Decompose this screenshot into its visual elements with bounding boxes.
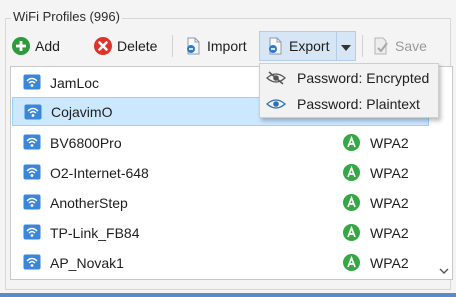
toolbar: Add Delete Import Export Save bbox=[12, 31, 444, 61]
list-item[interactable]: O2-Internet-648 WPA2 bbox=[12, 158, 429, 187]
chevron-down-icon bbox=[341, 38, 351, 54]
menu-item-label: Password: Encrypted bbox=[297, 70, 430, 86]
wifi-icon bbox=[23, 254, 41, 270]
auth-a-icon bbox=[343, 224, 360, 241]
scroll-down-arrow-icon[interactable] bbox=[439, 267, 449, 275]
list-item[interactable]: AnotherStep WPA2 bbox=[12, 188, 429, 217]
import-label: Import bbox=[207, 38, 247, 54]
menu-item-password-plaintext[interactable]: Password: Plaintext bbox=[260, 91, 438, 117]
security-type: WPA2 bbox=[370, 134, 409, 151]
menu-item-password-encrypted[interactable]: Password: Encrypted bbox=[260, 65, 438, 91]
delete-label: Delete bbox=[117, 38, 158, 54]
export-label: Export bbox=[289, 38, 330, 54]
export-dropdown-menu: Password: Encrypted Password: Plaintext bbox=[259, 63, 439, 118]
wifi-icon bbox=[23, 164, 41, 180]
eye-crossed-icon bbox=[266, 71, 286, 85]
import-file-icon bbox=[184, 37, 202, 55]
window-bottom-border bbox=[0, 293, 456, 297]
wifi-icon bbox=[23, 134, 41, 150]
profile-name: BV6800Pro bbox=[50, 134, 122, 151]
export-file-icon bbox=[266, 37, 284, 55]
wifi-icon bbox=[23, 194, 41, 210]
profile-name: AP_Novak1 bbox=[50, 254, 124, 271]
add-button[interactable]: Add bbox=[12, 33, 60, 59]
profile-name: JamLoc bbox=[50, 74, 100, 91]
security-type: WPA2 bbox=[370, 164, 409, 181]
wifi-icon bbox=[24, 104, 42, 120]
list-item[interactable]: BV6800Pro WPA2 bbox=[12, 128, 429, 157]
save-check-icon bbox=[372, 37, 390, 55]
delete-x-icon bbox=[94, 37, 112, 55]
auth-a-icon bbox=[343, 194, 360, 211]
group-title: WiFi Profiles (996) bbox=[11, 9, 122, 25]
profile-name: TP-Link_FB84 bbox=[50, 224, 140, 241]
menu-item-label: Password: Plaintext bbox=[297, 96, 420, 112]
auth-a-icon bbox=[343, 254, 360, 271]
plus-icon bbox=[12, 37, 30, 55]
security-type: WPA2 bbox=[370, 254, 409, 271]
export-button[interactable]: Export bbox=[259, 31, 337, 61]
auth-a-icon bbox=[343, 164, 360, 181]
save-label: Save bbox=[395, 38, 427, 54]
profile-name: AnotherStep bbox=[50, 194, 128, 211]
toolbar-separator bbox=[172, 35, 173, 57]
profile-name: CojavimO bbox=[51, 103, 113, 120]
security-type: WPA2 bbox=[370, 224, 409, 241]
import-button[interactable]: Import bbox=[184, 33, 247, 59]
eye-icon bbox=[266, 99, 286, 109]
delete-button[interactable]: Delete bbox=[94, 33, 157, 59]
export-dropdown-toggle[interactable] bbox=[336, 31, 356, 61]
security-type: WPA2 bbox=[370, 194, 409, 211]
save-button[interactable]: Save bbox=[372, 33, 427, 59]
wifi-icon bbox=[23, 74, 41, 90]
wifi-icon bbox=[23, 224, 41, 240]
list-item[interactable]: TP-Link_FB84 WPA2 bbox=[12, 218, 429, 247]
profile-name: O2-Internet-648 bbox=[50, 164, 149, 181]
auth-a-icon bbox=[343, 134, 360, 151]
toolbar-separator bbox=[362, 35, 363, 57]
list-item[interactable]: AP_Novak1 WPA2 bbox=[12, 248, 429, 277]
add-label: Add bbox=[35, 38, 60, 54]
